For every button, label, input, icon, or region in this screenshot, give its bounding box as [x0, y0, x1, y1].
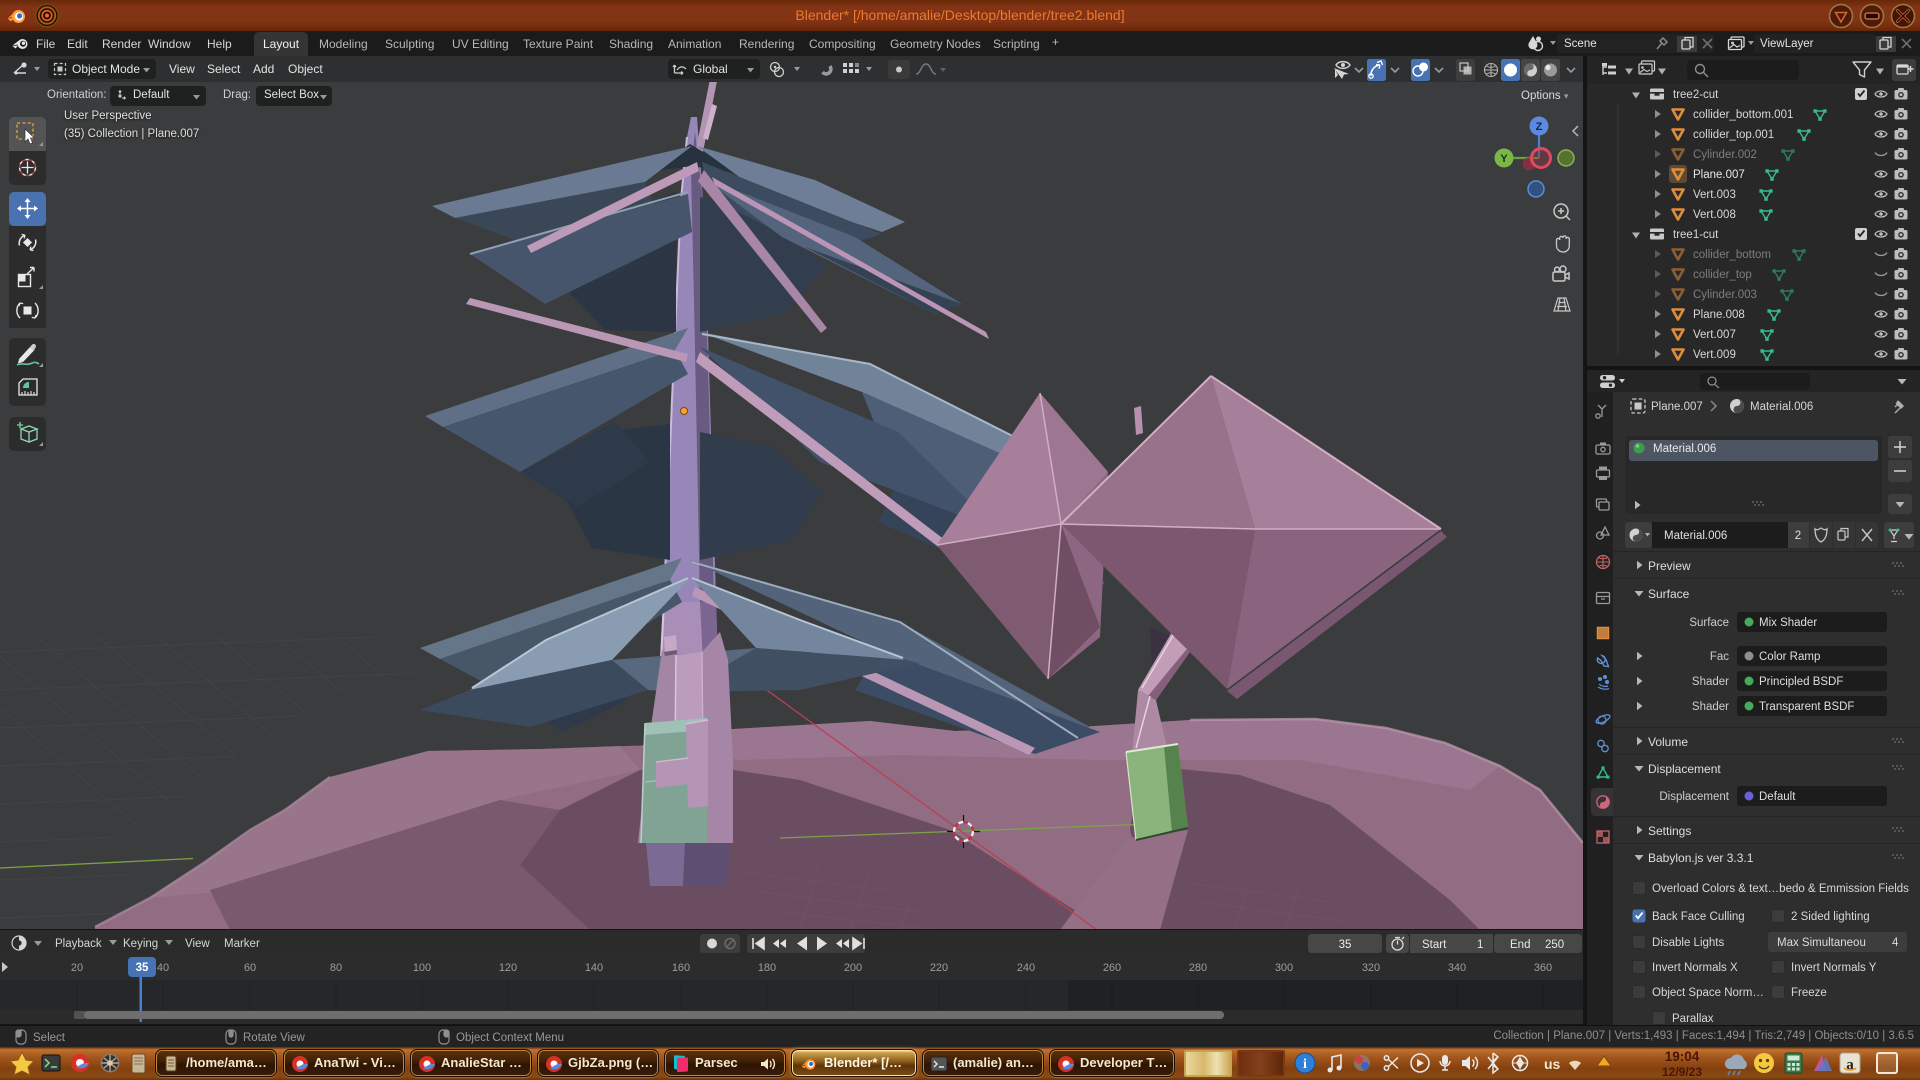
svg-text:Plane.007: Plane.007 — [1693, 169, 1745, 181]
svg-text:Volume: Volume — [1648, 735, 1688, 749]
svg-text:300: 300 — [1275, 962, 1293, 974]
svg-text:collider_bottom: collider_bottom — [1693, 249, 1771, 261]
svg-text:Surface: Surface — [1689, 617, 1729, 629]
svg-text:Max Simultaneou: Max Simultaneou — [1777, 937, 1866, 949]
svg-text:Disable Lights: Disable Lights — [1652, 937, 1724, 949]
svg-text:Displacement: Displacement — [1648, 762, 1721, 776]
svg-text:collider_top: collider_top — [1693, 269, 1752, 281]
svg-text:Y: Y — [1500, 153, 1508, 165]
svg-text:2 Sided lighting: 2 Sided lighting — [1791, 911, 1870, 923]
svg-text:Material.006: Material.006 — [1653, 443, 1716, 455]
svg-text:160: 160 — [672, 962, 690, 974]
svg-text:Preview: Preview — [1648, 559, 1691, 573]
svg-text:collider_top.001: collider_top.001 — [1693, 129, 1774, 141]
svg-text:Freeze: Freeze — [1791, 987, 1827, 999]
svg-text:Color Ramp: Color Ramp — [1759, 651, 1820, 663]
svg-text:Vert.009: Vert.009 — [1693, 349, 1736, 361]
svg-text:Invert Normals Y: Invert Normals Y — [1791, 962, 1877, 974]
svg-text:Mix Shader: Mix Shader — [1759, 617, 1817, 629]
svg-text:Cylinder.003: Cylinder.003 — [1693, 289, 1757, 301]
svg-text:35: 35 — [136, 962, 149, 974]
svg-text:Vert.007: Vert.007 — [1693, 329, 1736, 341]
svg-text:360: 360 — [1534, 962, 1552, 974]
svg-text:Principled BSDF: Principled BSDF — [1759, 676, 1843, 688]
svg-text:Cylinder.002: Cylinder.002 — [1693, 149, 1757, 161]
svg-text:Invert Normals X: Invert Normals X — [1652, 962, 1738, 974]
svg-text:Displacement: Displacement — [1659, 791, 1729, 803]
svg-text:tree2-cut: tree2-cut — [1673, 89, 1719, 101]
svg-text:Transparent BSDF: Transparent BSDF — [1759, 701, 1854, 713]
svg-text:1: 1 — [1477, 939, 1483, 951]
svg-text:Object Context Menu: Object Context Menu — [456, 1032, 564, 1044]
svg-text:220: 220 — [930, 962, 948, 974]
svg-text:2: 2 — [1795, 530, 1801, 542]
svg-text:Marker: Marker — [224, 938, 260, 950]
svg-text:Object Space Norm…: Object Space Norm… — [1652, 987, 1764, 999]
svg-text:4: 4 — [1892, 937, 1899, 949]
svg-text:Z: Z — [1536, 121, 1543, 133]
svg-text:Plane.007: Plane.007 — [1651, 401, 1703, 413]
svg-text:140: 140 — [585, 962, 603, 974]
svg-text:40: 40 — [157, 962, 169, 974]
svg-text:250: 250 — [1545, 939, 1564, 951]
svg-text:Back Face Culling: Back Face Culling — [1652, 911, 1745, 923]
svg-text:100: 100 — [413, 962, 431, 974]
svg-text:Fac: Fac — [1710, 651, 1729, 663]
svg-text:280: 280 — [1189, 962, 1207, 974]
svg-text:Babylon.js ver 3.3.1: Babylon.js ver 3.3.1 — [1648, 851, 1754, 865]
svg-text:collider_bottom.001: collider_bottom.001 — [1693, 109, 1793, 121]
svg-text:200: 200 — [844, 962, 862, 974]
svg-text:View: View — [185, 938, 210, 950]
svg-text:Material.006: Material.006 — [1664, 530, 1727, 542]
svg-text:us: us — [1544, 1056, 1561, 1072]
svg-text:340: 340 — [1448, 962, 1466, 974]
svg-text:20: 20 — [71, 962, 83, 974]
svg-text:Surface: Surface — [1648, 587, 1690, 601]
svg-text:180: 180 — [758, 962, 776, 974]
svg-text:35: 35 — [1339, 939, 1352, 951]
svg-text:Vert.008: Vert.008 — [1693, 209, 1736, 221]
svg-text:320: 320 — [1362, 962, 1380, 974]
svg-text:tree1-cut: tree1-cut — [1673, 229, 1719, 241]
svg-text:Shader: Shader — [1692, 701, 1729, 713]
svg-text:End: End — [1510, 939, 1530, 951]
svg-text:Keying: Keying — [123, 938, 158, 950]
svg-text:Default: Default — [1759, 791, 1796, 803]
svg-text:Plane.008: Plane.008 — [1693, 309, 1745, 321]
svg-text:i: i — [1303, 1057, 1307, 1072]
svg-text:120: 120 — [499, 962, 517, 974]
svg-text:Select: Select — [33, 1032, 66, 1044]
svg-text:Overload Colors & text…bedo &: Overload Colors & text…bedo & Emmission … — [1652, 883, 1909, 895]
svg-text:Rotate View: Rotate View — [243, 1032, 305, 1044]
svg-text:Settings: Settings — [1648, 824, 1691, 838]
svg-text:240: 240 — [1017, 962, 1035, 974]
svg-text:Material.006: Material.006 — [1750, 401, 1813, 413]
svg-text:60: 60 — [244, 962, 256, 974]
svg-text:Start: Start — [1422, 939, 1447, 951]
svg-text:260: 260 — [1103, 962, 1121, 974]
svg-text:Parallax: Parallax — [1672, 1013, 1714, 1025]
svg-text:Shader: Shader — [1692, 676, 1729, 688]
svg-text:Playback: Playback — [55, 938, 102, 950]
svg-text:Vert.003: Vert.003 — [1693, 189, 1736, 201]
svg-text:80: 80 — [330, 962, 342, 974]
